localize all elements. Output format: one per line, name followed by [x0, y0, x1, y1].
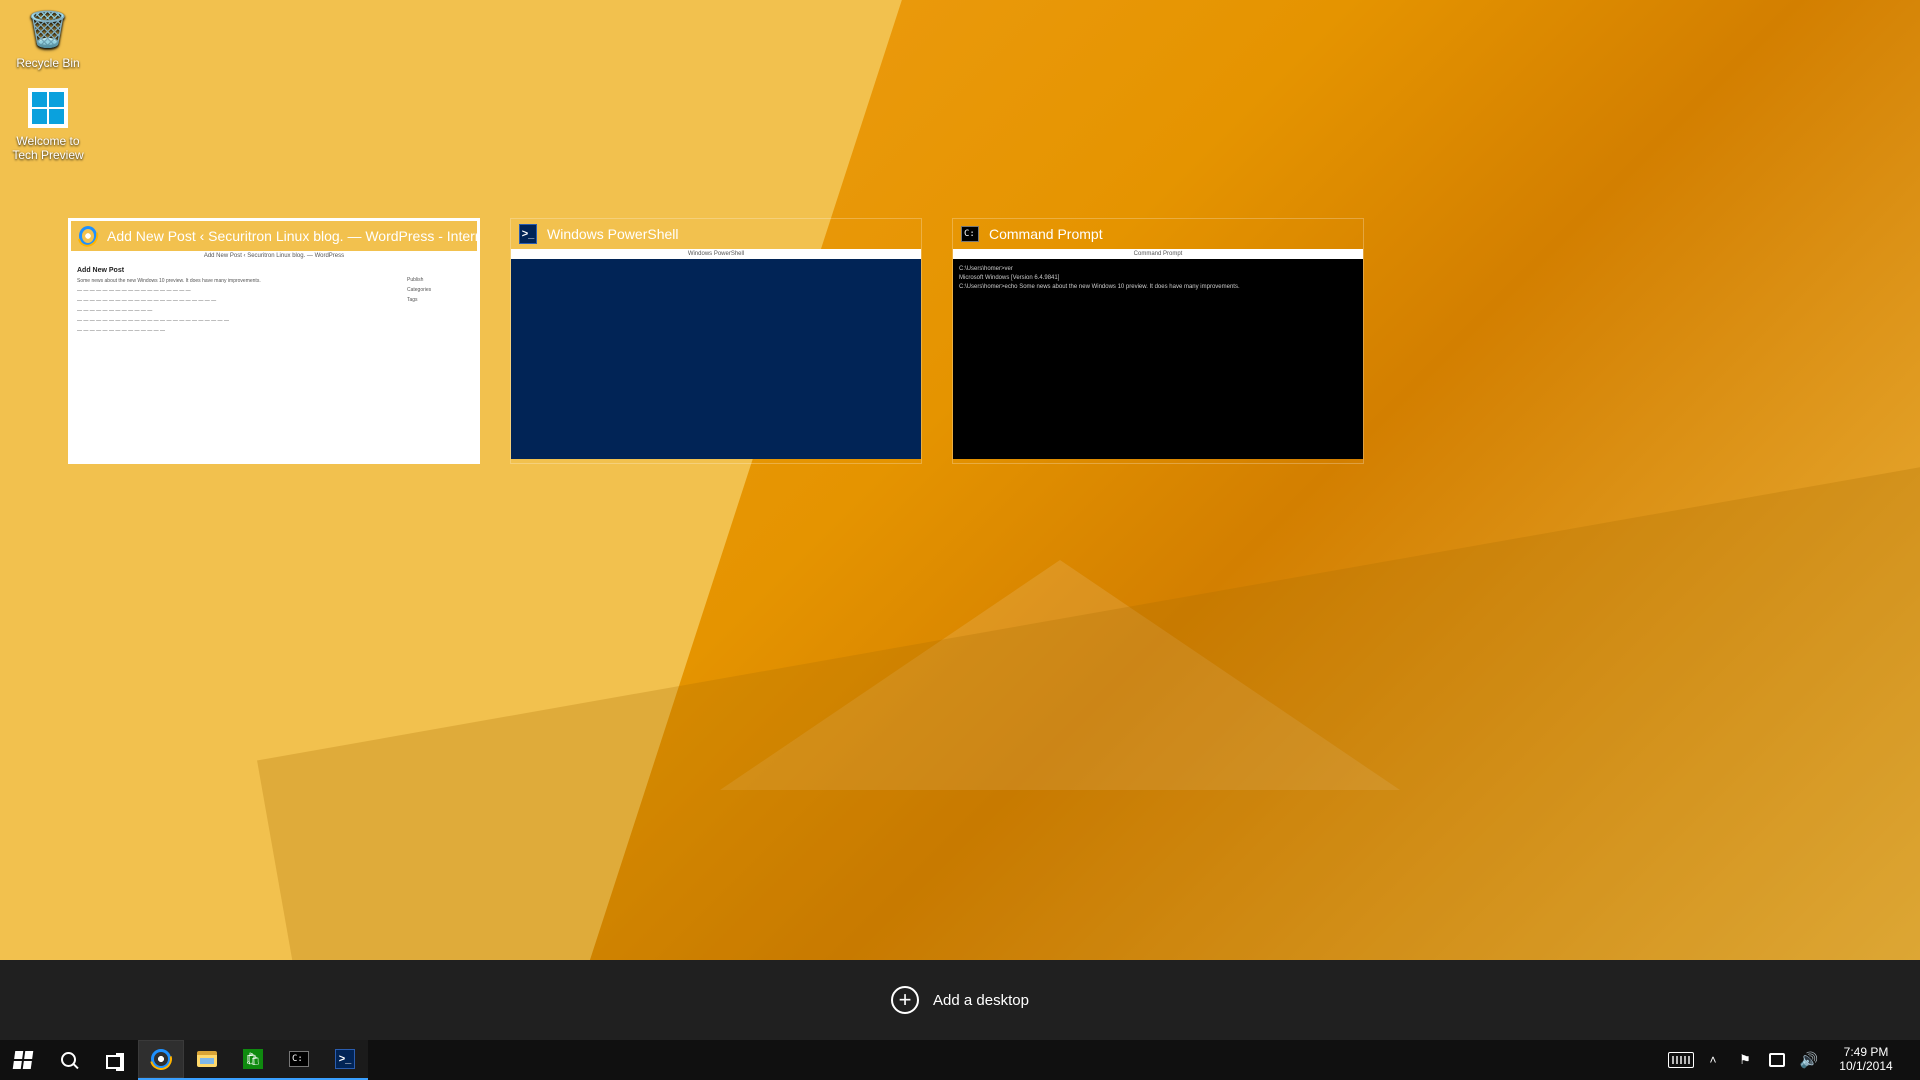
tray-action-center[interactable]: ⚑ [1730, 1052, 1760, 1068]
cmd-icon: C: [961, 225, 979, 243]
powershell-icon: >_ [519, 225, 537, 243]
taskbar-clock[interactable]: 7:49 PM 10/1/2014 [1826, 1046, 1906, 1074]
taskbar-app-powershell[interactable]: >_ [322, 1040, 368, 1080]
clock-date: 10/1/2014 [1839, 1060, 1892, 1074]
window-thumbnail: Add New Post ‹ Securitron Linux blog. — … [71, 251, 477, 461]
window-thumbnail: Command Prompt C:\Users\homer>ver Micros… [953, 249, 1363, 459]
speaker-icon: 🔊 [1800, 1051, 1819, 1069]
tray-network[interactable] [1762, 1053, 1792, 1067]
taskbar-app-file-explorer[interactable] [184, 1040, 230, 1080]
search-button[interactable] [46, 1040, 92, 1080]
window-thumbnail: Windows PowerShell [511, 249, 921, 459]
file-explorer-icon [197, 1051, 217, 1067]
taskbar-app-cmd[interactable]: C: [276, 1040, 322, 1080]
plus-icon: + [891, 986, 919, 1014]
window-title: Windows PowerShell [547, 226, 679, 242]
taskview-window-cmd[interactable]: C: Command Prompt Command Prompt C:\User… [952, 218, 1364, 464]
taskview-window-powershell[interactable]: >_ Windows PowerShell Windows PowerShell [510, 218, 922, 464]
system-tray: ˄ ⚑ 🔊 7:49 PM 10/1/2014 [1662, 1040, 1920, 1080]
clock-time: 7:49 PM [1844, 1046, 1889, 1060]
task-view-windows: Add New Post ‹ Securitron Linux blog. — … [0, 218, 1920, 464]
chevron-up-icon: ˄ [1709, 1053, 1716, 1067]
start-button[interactable] [0, 1040, 46, 1080]
flag-icon: ⚑ [1739, 1052, 1751, 1068]
ie-icon [79, 227, 97, 245]
taskbar-app-store[interactable]: 🛍 [230, 1040, 276, 1080]
window-title: Command Prompt [989, 226, 1103, 242]
ie-icon [151, 1049, 171, 1069]
powershell-icon: >_ [335, 1049, 355, 1069]
keyboard-icon [1668, 1052, 1694, 1068]
cmd-icon: C: [289, 1051, 309, 1067]
search-icon [61, 1052, 78, 1069]
task-view-icon [106, 1053, 124, 1067]
add-desktop-label: Add a desktop [933, 992, 1029, 1009]
taskbar-app-ie[interactable] [138, 1040, 184, 1080]
task-view-button[interactable] [92, 1040, 138, 1080]
tray-volume[interactable]: 🔊 [1794, 1051, 1824, 1069]
taskview-window-ie[interactable]: Add New Post ‹ Securitron Linux blog. — … [68, 218, 480, 464]
taskbar-left: 🛍 C: >_ [0, 1040, 368, 1080]
windows-icon [13, 1051, 34, 1069]
store-icon: 🛍 [243, 1049, 263, 1069]
taskbar: 🛍 C: >_ ˄ ⚑ 🔊 7:49 PM 10/1/2014 [0, 1040, 1920, 1080]
network-icon [1769, 1053, 1785, 1067]
window-title: Add New Post ‹ Securitron Linux blog. — … [107, 228, 477, 244]
task-view-overlay: Add New Post ‹ Securitron Linux blog. — … [0, 0, 1920, 1080]
add-desktop-button[interactable]: + Add a desktop [0, 960, 1920, 1040]
tray-overflow[interactable]: ˄ [1698, 1053, 1728, 1067]
tray-touch-keyboard[interactable] [1666, 1052, 1696, 1068]
